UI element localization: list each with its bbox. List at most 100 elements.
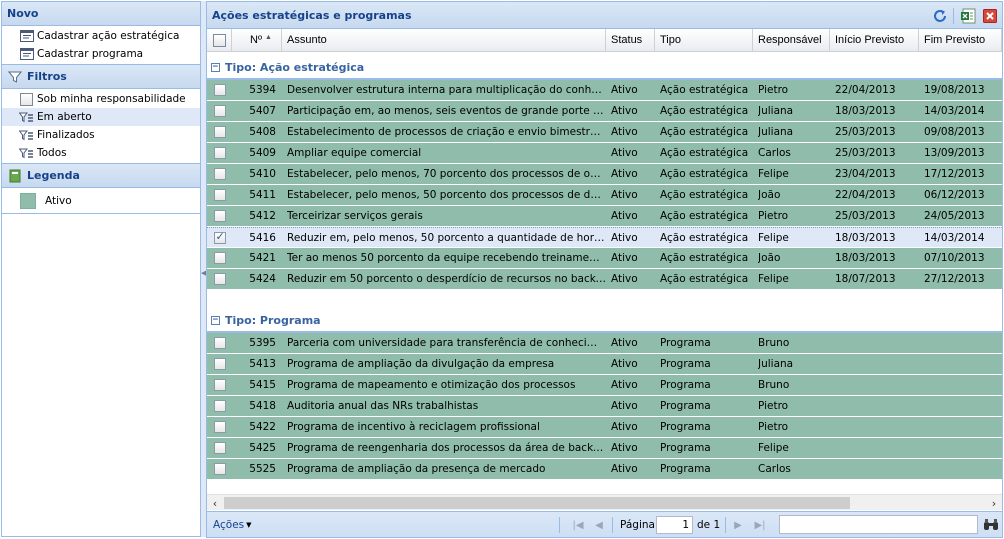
cell-assunto: Terceirizar serviços gerais (282, 206, 606, 226)
table-row[interactable]: 5525 Programa de ampliação da presença de… (207, 459, 1002, 480)
row-select-cell[interactable] (207, 248, 232, 268)
col-header-status[interactable]: Status (606, 29, 655, 51)
novo-item-cadastrar-programa[interactable]: Cadastrar programa (2, 45, 200, 63)
binoculars-search-icon[interactable] (983, 517, 999, 535)
row-checkbox[interactable] (213, 189, 226, 201)
row-select-cell[interactable] (207, 101, 232, 121)
filter-todos[interactable]: Todos (2, 144, 200, 162)
next-page-icon[interactable]: ▶ (731, 517, 745, 533)
cell-tipo-text: Programa (660, 358, 711, 370)
refresh-icon[interactable] (931, 7, 948, 24)
cell-num-text: 5394 (249, 84, 276, 96)
col-header-num[interactable]: Nº ▲ (232, 29, 282, 51)
row-checkbox[interactable] (213, 105, 226, 117)
row-checkbox[interactable] (213, 210, 226, 222)
cell-responsavel: Juliana (753, 354, 830, 374)
table-row[interactable]: 5395 Parceria com universidade para trans… (207, 333, 1002, 354)
row-checkbox[interactable] (213, 442, 226, 454)
row-checkbox[interactable] (213, 168, 226, 180)
export-excel-icon[interactable] (959, 7, 976, 24)
table-row[interactable]: 5411 Estabelecer, pelo menos, 50 porcento… (207, 185, 1002, 206)
row-select-cell[interactable] (207, 375, 232, 395)
collapse-toggle-icon[interactable]: − (211, 63, 220, 72)
col-header-tipo[interactable]: Tipo (655, 29, 753, 51)
acoes-menu-button[interactable]: Ações ▼ (213, 519, 252, 531)
row-select-cell[interactable] (207, 143, 232, 163)
row-checkbox[interactable] (213, 400, 226, 412)
close-icon[interactable] (981, 7, 998, 24)
row-select-cell[interactable] (207, 185, 232, 205)
cell-assunto-text: Programa de mapeamento e otimização dos … (287, 379, 576, 391)
novo-item-cadastrar-acao[interactable]: Cadastrar ação estratégica (2, 27, 200, 45)
row-select-cell[interactable] (207, 333, 232, 353)
table-row[interactable]: 5409 Ampliar equipe comercial Ativo Ação es… (207, 143, 1002, 164)
select-all-checkbox[interactable] (212, 33, 226, 47)
row-checkbox[interactable] (213, 379, 226, 391)
table-row[interactable]: 5415 Programa de mapeamento e otimização … (207, 375, 1002, 396)
table-row[interactable]: 5425 Programa de reengenharia dos process… (207, 438, 1002, 459)
cell-inicio-text: 22/04/2013 (835, 189, 896, 201)
checkbox[interactable] (19, 92, 34, 106)
cell-tipo-text: Programa (660, 421, 711, 433)
header-select-all[interactable] (207, 29, 232, 51)
cell-status-text: Ativo (611, 126, 638, 138)
cell-assunto: Parceria com universidade para transferê… (282, 333, 606, 353)
row-checkbox[interactable] (213, 147, 226, 159)
row-select-cell[interactable] (207, 206, 232, 226)
scroll-thumb[interactable] (224, 497, 850, 509)
row-checkbox[interactable] (213, 230, 226, 244)
cell-tipo-text: Programa (660, 463, 711, 475)
row-select-cell[interactable] (207, 417, 232, 437)
row-checkbox[interactable] (213, 252, 226, 264)
horizontal-scrollbar[interactable]: ‹ › (207, 494, 1002, 510)
row-checkbox[interactable] (213, 126, 226, 138)
row-select-cell[interactable] (207, 228, 232, 247)
col-header-responsavel[interactable]: Responsável (753, 29, 830, 51)
table-row[interactable]: 5413 Programa de ampliação da divulgação … (207, 354, 1002, 375)
row-select-cell[interactable] (207, 122, 232, 142)
first-page-icon[interactable]: |◀ (570, 517, 586, 533)
scroll-left-icon[interactable]: ‹ (207, 495, 223, 511)
table-row[interactable]: 5410 Estabelecer, pelo menos, 70 porcento… (207, 164, 1002, 185)
table-row[interactable]: 5418 Auditoria anual das NRs trabalhistas… (207, 396, 1002, 417)
col-header-assunto[interactable]: Assunto (282, 29, 606, 51)
row-select-cell[interactable] (207, 438, 232, 458)
row-checkbox[interactable] (213, 358, 226, 370)
row-select-cell[interactable] (207, 459, 232, 479)
scroll-right-icon[interactable]: › (986, 495, 1002, 511)
prev-page-icon[interactable]: ◀ (592, 517, 606, 533)
table-row[interactable]: 5421 Ter ao menos 50 porcento da equipe r… (207, 248, 1002, 269)
last-page-icon[interactable]: ▶| (752, 517, 768, 533)
filter-sob-minha-responsabilidade[interactable]: Sob minha responsabilidade (2, 90, 200, 108)
cell-inicio (830, 396, 919, 416)
cell-num-text: 5418 (249, 400, 276, 412)
page-number-input[interactable] (656, 516, 693, 534)
table-row[interactable]: 5416 Reduzir em, pelo menos, 50 porcento … (207, 227, 1002, 248)
row-select-cell[interactable] (207, 80, 232, 100)
collapse-toggle-icon[interactable]: − (211, 316, 220, 325)
row-select-cell[interactable] (207, 354, 232, 374)
row-checkbox[interactable] (213, 273, 226, 285)
legenda-title: Legenda (27, 169, 80, 182)
row-checkbox[interactable] (213, 463, 226, 475)
filter-em-aberto[interactable]: Em aberto (2, 108, 200, 126)
table-row[interactable]: 5408 Estabelecimento de processos de cria… (207, 122, 1002, 143)
table-row[interactable]: 5412 Terceirizar serviços gerais Ativo Ação… (207, 206, 1002, 227)
col-header-fim[interactable]: Fim Previsto (919, 29, 1002, 51)
table-row[interactable]: 5424 Reduzir em 50 porcento o desperdício… (207, 269, 1002, 290)
group-header[interactable]: − Tipo: Ação estratégica (207, 53, 1002, 80)
group-header[interactable]: − Tipo: Programa (207, 306, 1002, 333)
row-select-cell[interactable] (207, 164, 232, 184)
table-row[interactable]: 5394 Desenvolver estrutura interna para m… (207, 80, 1002, 101)
row-checkbox[interactable] (213, 337, 226, 349)
search-input[interactable] (779, 515, 978, 534)
row-select-cell[interactable] (207, 269, 232, 289)
col-header-inicio[interactable]: Início Previsto (830, 29, 919, 51)
row-checkbox[interactable] (213, 84, 226, 96)
table-row[interactable]: 5422 Programa de incentivo à reciclagem p… (207, 417, 1002, 438)
table-row[interactable]: 5407 Participação em, ao menos, seis even… (207, 101, 1002, 122)
filter-finalizados[interactable]: Finalizados (2, 126, 200, 144)
row-checkbox[interactable] (213, 421, 226, 433)
row-select-cell[interactable] (207, 396, 232, 416)
cell-tipo: Ação estratégica (655, 206, 753, 226)
